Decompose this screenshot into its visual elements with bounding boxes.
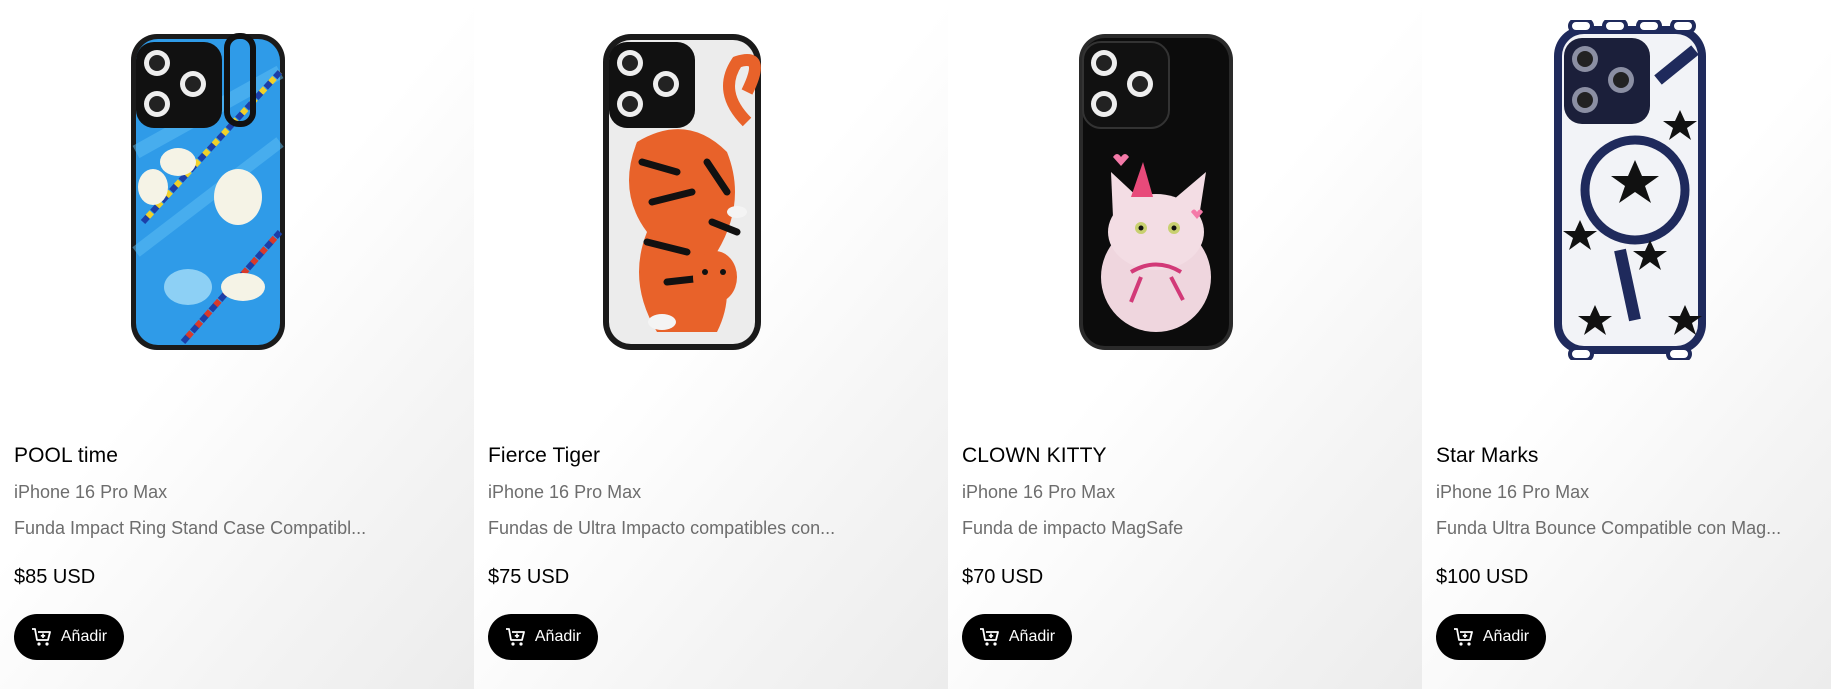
product-description: Funda Ultra Bounce Compatible con Mag... <box>1436 518 1782 538</box>
add-to-cart-label: Añadir <box>1482 628 1530 645</box>
phone-case-kitty-icon <box>1079 34 1233 350</box>
product-price: $100 USD <box>1436 566 1529 588</box>
cart-add-icon <box>1453 628 1473 646</box>
product-title[interactable]: Star Marks <box>1436 444 1539 468</box>
cart-add-icon <box>979 628 999 646</box>
add-to-cart-label: Añadir <box>534 628 582 645</box>
product-card[interactable]: Fierce Tiger iPhone 16 Pro Max Fundas de… <box>474 0 948 689</box>
product-model: iPhone 16 Pro Max <box>1436 482 1590 502</box>
product-card[interactable]: CLOWN KITTY iPhone 16 Pro Max Funda de i… <box>948 0 1422 689</box>
product-image[interactable] <box>474 0 948 370</box>
product-price: $70 USD <box>962 566 1044 588</box>
product-price: $85 USD <box>14 566 96 588</box>
product-model: iPhone 16 Pro Max <box>488 482 642 502</box>
phone-case-stars-icon <box>1554 20 1706 360</box>
product-price: $75 USD <box>488 566 570 588</box>
add-to-cart-label: Añadir <box>60 628 108 645</box>
product-image[interactable] <box>948 0 1422 370</box>
add-to-cart-button[interactable]: Añadir <box>14 614 124 660</box>
cart-add-icon <box>31 628 51 646</box>
add-to-cart-button[interactable]: Añadir <box>1436 614 1546 660</box>
product-model: iPhone 16 Pro Max <box>962 482 1116 502</box>
add-to-cart-button[interactable]: Añadir <box>488 614 598 660</box>
product-title[interactable]: POOL time <box>14 444 118 468</box>
product-description: Fundas de Ultra Impacto compatibles con.… <box>488 518 836 538</box>
phone-case-pool-ducks-icon <box>131 33 285 350</box>
product-title[interactable]: CLOWN KITTY <box>962 444 1107 468</box>
product-title[interactable]: Fierce Tiger <box>488 444 600 468</box>
add-to-cart-button[interactable]: Añadir <box>962 614 1072 660</box>
product-description: Funda de impacto MagSafe <box>962 518 1184 538</box>
product-image[interactable] <box>1422 0 1831 370</box>
product-image[interactable] <box>0 0 474 370</box>
product-grid: POOL time iPhone 16 Pro Max Funda Impact… <box>0 0 1831 689</box>
add-to-cart-label: Añadir <box>1008 628 1056 645</box>
phone-case-tiger-icon <box>603 34 761 350</box>
product-card[interactable]: POOL time iPhone 16 Pro Max Funda Impact… <box>0 0 474 689</box>
product-description: Funda Impact Ring Stand Case Compatibl..… <box>14 518 367 538</box>
product-model: iPhone 16 Pro Max <box>14 482 168 502</box>
cart-add-icon <box>505 628 525 646</box>
product-card[interactable]: Star Marks iPhone 16 Pro Max Funda Ultra… <box>1422 0 1831 689</box>
